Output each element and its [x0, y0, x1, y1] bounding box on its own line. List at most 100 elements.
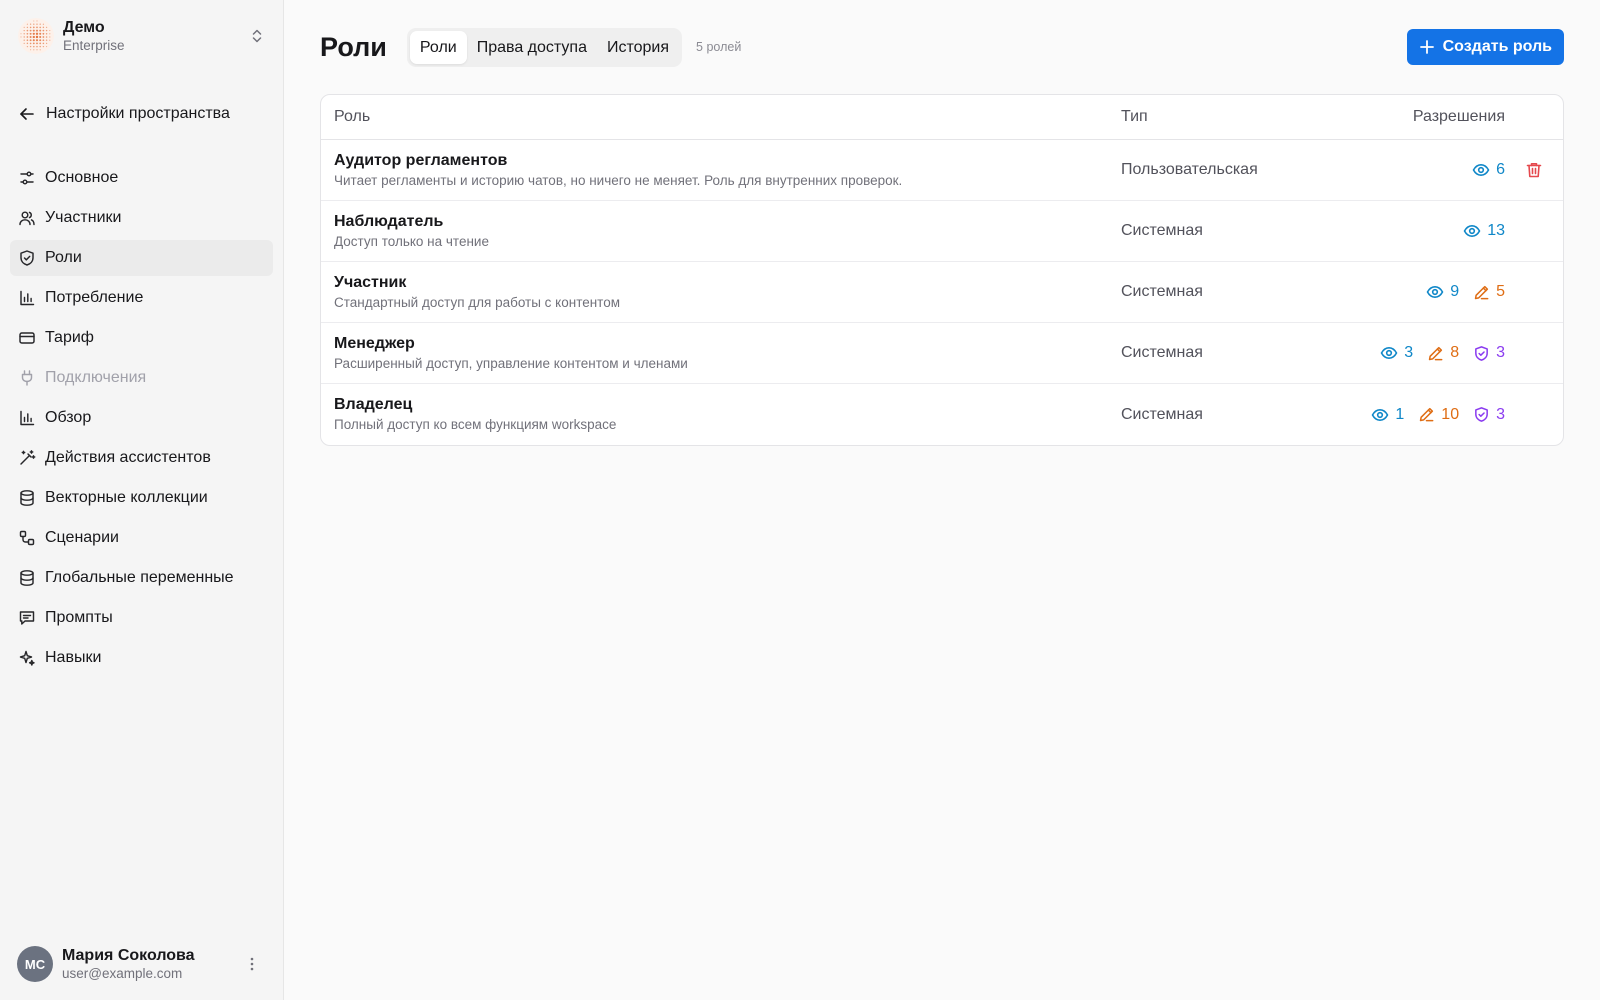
- workspace-logo: [18, 18, 54, 54]
- sidebar-item-label: Роли: [45, 249, 82, 266]
- role-description: Стандартный доступ для работы с контенто…: [334, 294, 621, 310]
- sidebar-item-assistant-actions[interactable]: Действия ассистентов: [10, 440, 273, 476]
- user-profile[interactable]: МС Мария Соколова user@example.com: [17, 946, 267, 982]
- role-permissions: 95: [1361, 283, 1505, 301]
- edit-count: 10: [1441, 405, 1460, 423]
- pencil-icon: [1428, 346, 1443, 360]
- user-name: Мария Соколова: [62, 947, 195, 964]
- workspace-switcher[interactable]: Демо Enterprise: [18, 18, 274, 54]
- role-description: Доступ только на чтение: [334, 233, 489, 249]
- eye-icon: [1463, 225, 1481, 237]
- role-type: Пользовательская: [1121, 161, 1258, 178]
- edit-permission-count: 8: [1427, 344, 1459, 362]
- arrow-left-icon: [20, 108, 34, 120]
- admin-count: 3: [1496, 405, 1505, 423]
- role-cell: Менеджер Расширенный доступ, управление …: [321, 334, 1121, 373]
- users-icon: [19, 211, 35, 226]
- message-icon: [19, 611, 35, 625]
- row-actions: [1505, 161, 1563, 179]
- sidebar-item-label: Основное: [45, 169, 119, 186]
- sidebar-item-label: Векторные коллекции: [45, 489, 208, 506]
- chevrons-up-down-icon[interactable]: [248, 27, 266, 45]
- view-count: 6: [1496, 161, 1505, 178]
- sidebar-item-prompts[interactable]: Промпты: [10, 600, 273, 636]
- sidebar-item-overview[interactable]: Обзор: [10, 400, 273, 436]
- edit-permission-count: 10: [1418, 406, 1459, 424]
- sidebar-item-skills[interactable]: Навыки: [10, 640, 273, 676]
- sidebar-item-scenarios[interactable]: Сценарии: [10, 520, 273, 556]
- bar-chart-icon: [20, 410, 35, 426]
- table-row[interactable]: Аудитор регламентов Читает регламенты и …: [321, 140, 1563, 201]
- user-email: user@example.com: [62, 966, 183, 981]
- sidebar-item-vector-collections[interactable]: Векторные коллекции: [10, 480, 273, 516]
- sidebar-item-label: Сценарии: [45, 529, 119, 546]
- role-name: Аудитор регламентов: [334, 151, 508, 169]
- role-cell: Наблюдатель Доступ только на чтение: [321, 212, 1121, 251]
- pencil-icon: [1474, 285, 1489, 299]
- sidebar-item-members[interactable]: Участники: [10, 200, 273, 236]
- eye-icon: [1372, 408, 1389, 421]
- edit-count: 5: [1496, 283, 1505, 300]
- main-content: Роли Роли Права доступа История 5 ролей …: [284, 0, 1600, 1000]
- table-row[interactable]: Наблюдатель Доступ только на чтение Сист…: [321, 201, 1563, 262]
- view-permission-count: 13: [1463, 222, 1505, 240]
- pencil-icon: [1420, 407, 1434, 422]
- role-name: Наблюдатель: [334, 212, 444, 230]
- roles-table: Роль Тип Разрешения Аудитор регламентов …: [320, 94, 1564, 446]
- tab-roles[interactable]: Роли: [409, 30, 467, 64]
- tabs: Роли Права доступа История: [406, 27, 683, 67]
- more-vertical-icon[interactable]: [243, 955, 261, 973]
- view-permission-count: 6: [1472, 161, 1505, 179]
- delete-role-button[interactable]: [1525, 161, 1543, 179]
- role-permissions: 3 8 3: [1361, 344, 1505, 362]
- table-row[interactable]: Владелец Полный доступ ко всем функциям …: [321, 384, 1563, 445]
- header-role: Роль: [334, 108, 371, 125]
- sidebar-item-label: Действия ассистентов: [45, 449, 211, 466]
- role-name: Владелец: [334, 396, 413, 413]
- shield-check-icon: [1475, 407, 1489, 422]
- view-count: 1: [1395, 405, 1405, 423]
- create-role-button[interactable]: Создать роль: [1406, 29, 1564, 65]
- sidebar-item-connections: Подключения: [10, 360, 273, 396]
- sidebar-item-label: Промпты: [45, 609, 113, 626]
- plus-icon: [1419, 40, 1434, 54]
- role-description: Расширенный доступ, управление контентом…: [334, 355, 688, 371]
- role-permissions: 1 10 3: [1361, 406, 1505, 424]
- sidebar-item-label: Потребление: [45, 289, 144, 306]
- workspace-name: Демо: [63, 19, 105, 36]
- bar-chart-icon: [20, 290, 35, 306]
- database-icon: [20, 490, 34, 506]
- role-permissions: 6: [1361, 161, 1505, 179]
- sidebar-item-label: Подключения: [45, 369, 147, 386]
- table-row[interactable]: Участник Стандартный доступ для работы с…: [321, 262, 1563, 323]
- back-to-settings-link[interactable]: Настройки пространства: [10, 98, 273, 130]
- role-name: Участник: [334, 273, 407, 291]
- sidebar-item-basic[interactable]: Основное: [10, 160, 273, 196]
- admin-count: 3: [1496, 344, 1505, 361]
- sliders-icon: [20, 171, 34, 185]
- sidebar-item-label: Тариф: [45, 329, 94, 346]
- sidebar-item-label: Участники: [45, 209, 122, 226]
- user-info: Мария Соколова user@example.com: [62, 946, 195, 982]
- edit-count: 8: [1450, 344, 1460, 361]
- role-description: Читает регламенты и историю чатов, но ни…: [334, 172, 903, 188]
- tab-history[interactable]: История: [597, 31, 679, 64]
- view-permission-count: 9: [1426, 283, 1459, 301]
- create-role-label: Создать роль: [1442, 38, 1552, 55]
- tab-permissions[interactable]: Права доступа: [467, 31, 597, 64]
- view-count: 3: [1404, 344, 1414, 361]
- role-type: Системная: [1121, 405, 1203, 423]
- view-count: 13: [1487, 222, 1505, 239]
- workspace-info: Демо Enterprise: [63, 18, 125, 54]
- sidebar-item-usage[interactable]: Потребление: [10, 280, 273, 316]
- header-permissions: Разрешения: [1412, 108, 1505, 125]
- app: Демо Enterprise Настройки пространства О…: [0, 0, 1600, 1000]
- sidebar-item-global-vars[interactable]: Глобальные переменные: [10, 560, 273, 596]
- edit-permission-count: 5: [1473, 283, 1505, 301]
- sidebar-item-roles[interactable]: Роли: [10, 240, 273, 276]
- sidebar-item-label: Обзор: [45, 409, 92, 426]
- table-row[interactable]: Менеджер Расширенный доступ, управление …: [321, 323, 1563, 384]
- sidebar-item-plan[interactable]: Тариф: [10, 320, 273, 356]
- sparkles-icon: [19, 650, 35, 666]
- admin-permission-count: 3: [1473, 406, 1505, 424]
